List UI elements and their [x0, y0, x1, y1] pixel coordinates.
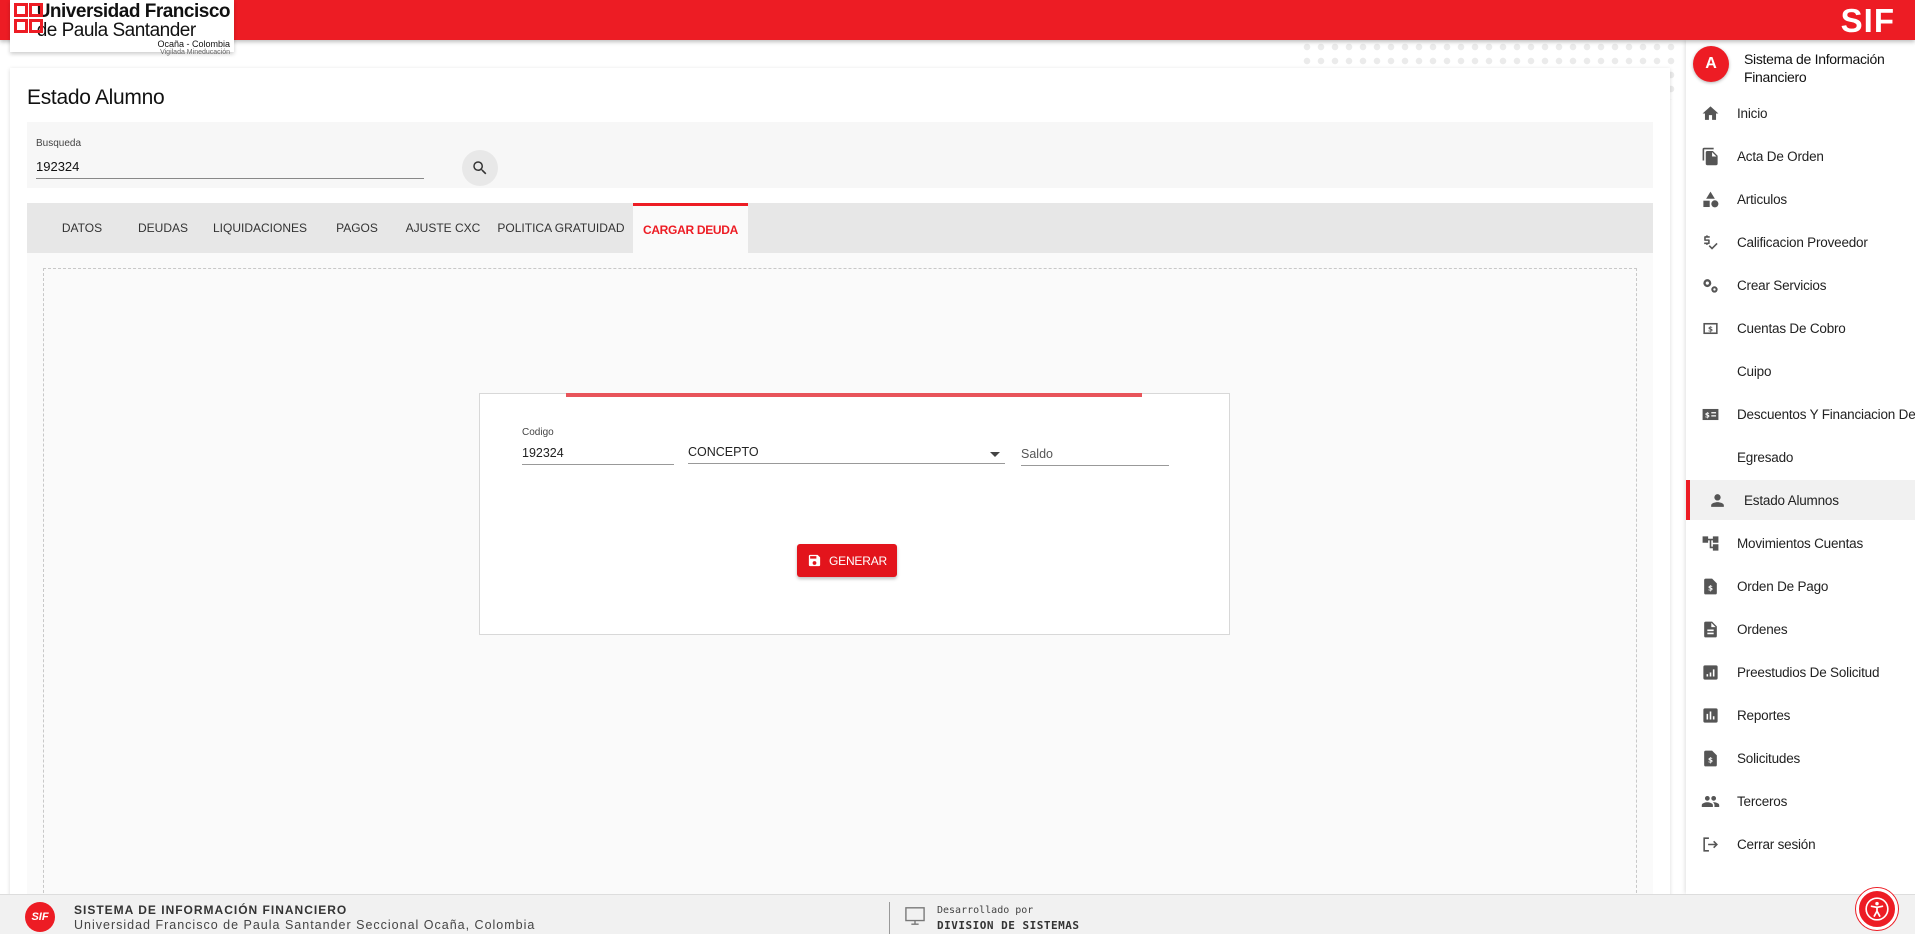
- tab-ajuste-cxc[interactable]: AJUSTE CXC: [400, 203, 486, 253]
- money-list-icon: $: [1701, 405, 1720, 424]
- brand-title: SIF: [1840, 2, 1895, 39]
- sidebar-item-preestudios-de-solicitud[interactable]: Preestudios De Solicitud: [1686, 652, 1915, 692]
- sidebar-item-label: Estado Alumnos: [1744, 492, 1839, 508]
- logout-icon: [1701, 835, 1720, 854]
- logo-line-4: Vigilada Mineducación: [160, 49, 230, 56]
- search-icon: [473, 161, 487, 175]
- sidebar-item-acta-de-orden[interactable]: Acta De Orden: [1686, 136, 1915, 176]
- sidebar-item-orden-de-pago[interactable]: $ Orden De Pago: [1686, 566, 1915, 606]
- tab-politica-gratuidad[interactable]: POLITICA GRATUIDAD: [492, 203, 630, 253]
- tab-liquidaciones[interactable]: LIQUIDACIONES: [206, 203, 314, 253]
- monitor-icon: [904, 906, 926, 931]
- top-bar: [0, 0, 1915, 40]
- description-icon: [1701, 620, 1720, 639]
- sidebar-item-calificacion-proveedor[interactable]: Calificacion Proveedor: [1686, 222, 1915, 262]
- tab-cargar-deuda[interactable]: CARGAR DEUDA: [633, 203, 748, 253]
- sidebar-item-inicio[interactable]: Inicio: [1686, 93, 1915, 133]
- sidebar-item-terceros[interactable]: Terceros: [1686, 781, 1915, 821]
- logo-line-1: Universidad Francisco: [36, 1, 231, 22]
- bar-chart-icon: [1701, 706, 1720, 725]
- search-button[interactable]: [462, 150, 498, 186]
- category-icon: [1701, 190, 1720, 209]
- svg-text:$: $: [1708, 324, 1713, 333]
- sidebar-item-crear-servicios[interactable]: Crear Servicios: [1686, 265, 1915, 305]
- footer-dev-label: Desarrollado por: [937, 905, 1034, 916]
- sidebar-item-label: Cuentas De Cobro: [1737, 320, 1846, 336]
- footer-dev-name: DIVISION DE SISTEMAS: [937, 919, 1080, 932]
- load-debt-form: [479, 393, 1230, 635]
- sidebar-item-label: Cuipo: [1737, 363, 1772, 379]
- sidebar-item-articulos[interactable]: Articulos: [1686, 179, 1915, 219]
- sidebar-item-label: Terceros: [1737, 793, 1788, 809]
- accessibility-button[interactable]: [1856, 888, 1898, 930]
- footer-divider: [889, 902, 890, 934]
- sidebar-item-label: Descuentos Y Financiacion De: [1737, 406, 1915, 422]
- sidebar-item-label: Crear Servicios: [1737, 277, 1827, 293]
- sidebar-item-cerrar-sesion[interactable]: Cerrar sesión: [1686, 824, 1915, 864]
- footer-logo: SIF: [25, 902, 55, 932]
- svg-text:$: $: [1708, 583, 1713, 592]
- sidebar-item-descuentos-y-financiacion[interactable]: $ Descuentos Y Financiacion De: [1686, 394, 1915, 434]
- sidebar-item-movimientos-cuentas[interactable]: Movimientos Cuentas: [1686, 523, 1915, 563]
- ufps-emblem-icon: [14, 3, 43, 35]
- sidebar-item-egresado[interactable]: Egresado: [1686, 437, 1915, 477]
- sidebar-item-label: Inicio: [1737, 105, 1768, 121]
- home-icon: [1701, 104, 1720, 123]
- logo-line-3: Ocaña - Colombia: [157, 39, 230, 49]
- form-accent-bar: [566, 393, 1142, 397]
- tab-datos[interactable]: DATOS: [44, 203, 120, 253]
- request-quote-icon: $: [1701, 577, 1720, 596]
- account-tree-icon: [1701, 534, 1720, 553]
- chevron-down-icon: [990, 452, 1000, 457]
- sidebar-item-label: Calificacion Proveedor: [1737, 234, 1868, 250]
- saldo-field[interactable]: Saldo: [1021, 444, 1169, 466]
- svg-text:$: $: [1705, 410, 1710, 419]
- tab-deudas[interactable]: DEUDAS: [126, 203, 200, 253]
- svg-text:$: $: [1708, 755, 1713, 764]
- chart-box-icon: [1701, 663, 1720, 682]
- sidebar-item-label: Egresado: [1737, 449, 1794, 465]
- logo-line-2: de Paula Santander: [36, 20, 196, 41]
- generate-label: GENERAR: [829, 553, 887, 568]
- sidebar-item-reportes[interactable]: Reportes: [1686, 695, 1915, 735]
- accessibility-icon: [1865, 897, 1889, 921]
- sidebar-item-label: Orden De Pago: [1737, 578, 1829, 594]
- tab-pagos[interactable]: PAGOS: [320, 203, 394, 253]
- sidebar-item-label: Movimientos Cuentas: [1737, 535, 1864, 551]
- save-icon: [808, 554, 821, 567]
- sidebar-item-label: Reportes: [1737, 707, 1791, 723]
- sidebar-item-label: Ordenes: [1737, 621, 1788, 637]
- search-label: Busqueda: [36, 138, 82, 149]
- sidebar-item-label: Articulos: [1737, 191, 1787, 207]
- footer-subtitle: Universidad Francisco de Paula Santander…: [74, 918, 536, 932]
- codigo-label: Codigo: [522, 427, 554, 438]
- footer-title: SISTEMA DE INFORMACIÓN FINANCIERO: [74, 903, 348, 917]
- sidebar-item-label: Solicitudes: [1737, 750, 1801, 766]
- request-quote-icon: $: [1701, 749, 1720, 768]
- sidebar-item-estado-alumnos[interactable]: Estado Alumnos: [1686, 480, 1915, 520]
- sidebar-title: Sistema de Información Financiero: [1744, 51, 1885, 85]
- university-logo[interactable]: Universidad Francisco de Paula Santander…: [10, 0, 234, 56]
- sidebar-item-cuentas-de-cobro[interactable]: $ Cuentas De Cobro: [1686, 308, 1915, 348]
- sidebar-item-ordenes[interactable]: Ordenes: [1686, 609, 1915, 649]
- concepto-select[interactable]: CONCEPTO: [688, 442, 1005, 464]
- avatar[interactable]: A: [1693, 46, 1729, 82]
- gears-icon: [1701, 276, 1720, 295]
- search-input[interactable]: 192324: [36, 157, 424, 179]
- generate-button[interactable]: GENERAR: [797, 544, 897, 577]
- sidebar-item-label: Cerrar sesión: [1737, 836, 1816, 852]
- page-title: Estado Alumno: [27, 86, 165, 109]
- sidebar-item-solicitudes[interactable]: $ Solicitudes: [1686, 738, 1915, 778]
- money-icon: $: [1701, 319, 1720, 338]
- sidebar-item-label: Preestudios De Solicitud: [1737, 664, 1880, 680]
- price-check-icon: [1701, 233, 1720, 252]
- codigo-field[interactable]: 192324: [522, 443, 674, 465]
- person-icon: [1708, 491, 1727, 510]
- file-copy-icon: [1701, 147, 1720, 166]
- people-icon: [1701, 792, 1720, 811]
- sidebar-item-label: Acta De Orden: [1737, 148, 1824, 164]
- sidebar-item-cuipo[interactable]: Cuipo: [1686, 351, 1915, 391]
